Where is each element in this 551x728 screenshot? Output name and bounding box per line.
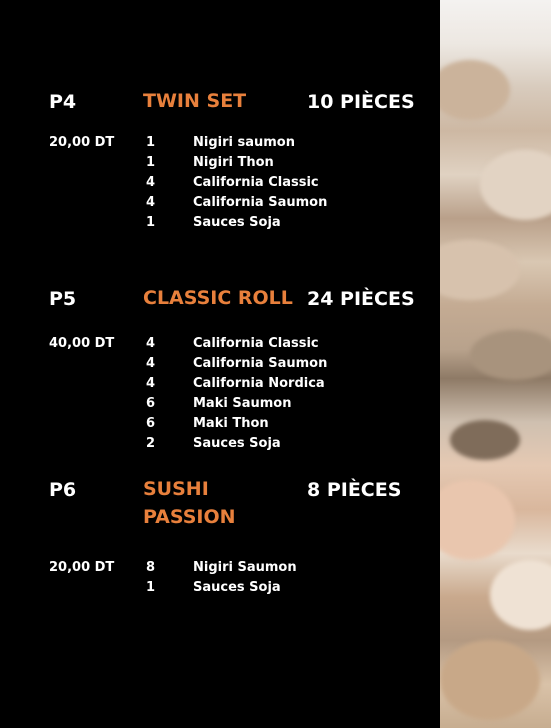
item-name: California Classic <box>193 175 319 190</box>
item-quantity: 1 <box>146 580 156 595</box>
list-item: 1 Nigiri saumon <box>0 135 440 155</box>
list-item: 4 California Classic <box>0 336 440 356</box>
list-item: 6 Maki Thon <box>0 416 440 436</box>
list-item: 4 California Nordica <box>0 376 440 396</box>
section-pieces: 10 PIÈCES <box>307 91 415 113</box>
list-item: 4 California Saumon <box>0 356 440 376</box>
list-item: 4 California Classic <box>0 175 440 195</box>
section-title: SUSHI PASSION <box>143 475 236 531</box>
photo-texture <box>480 150 551 220</box>
section-title: CLASSIC ROLL <box>143 284 293 312</box>
item-name: Maki Saumon <box>193 396 292 411</box>
item-quantity: 4 <box>146 195 156 210</box>
item-quantity: 4 <box>146 336 156 351</box>
section-title-line: PASSION <box>143 506 236 528</box>
photo-texture <box>450 420 520 460</box>
item-quantity: 6 <box>146 416 156 431</box>
section-code: P5 <box>49 288 77 310</box>
photo-texture <box>470 330 551 380</box>
list-item: 2 Sauces Soja <box>0 436 440 456</box>
item-quantity: 4 <box>146 356 156 371</box>
photo-texture <box>440 60 510 120</box>
item-quantity: 6 <box>146 396 156 411</box>
item-quantity: 1 <box>146 135 156 150</box>
item-name: California Nordica <box>193 376 325 391</box>
list-item: 1 Sauces Soja <box>0 580 440 600</box>
section-code: P4 <box>49 91 77 113</box>
item-name: California Classic <box>193 336 319 351</box>
list-item: 6 Maki Saumon <box>0 396 440 416</box>
item-quantity: 8 <box>146 560 156 575</box>
item-quantity: 4 <box>146 376 156 391</box>
list-item: 8 Nigiri Saumon <box>0 560 440 580</box>
item-name: Nigiri Thon <box>193 155 274 170</box>
item-quantity: 4 <box>146 175 156 190</box>
item-name: Nigiri Saumon <box>193 560 297 575</box>
item-quantity: 1 <box>146 155 156 170</box>
section-code: P6 <box>49 479 77 501</box>
photo-texture <box>440 640 540 720</box>
item-quantity: 2 <box>146 436 156 451</box>
item-name: Sauces Soja <box>193 215 281 230</box>
section-pieces: 8 PIÈCES <box>307 479 402 501</box>
menu-panel: P4 TWIN SET 10 PIÈCES 20,00 DT 1 Nigiri … <box>0 0 440 728</box>
item-name: Maki Thon <box>193 416 269 431</box>
list-item: 1 Nigiri Thon <box>0 155 440 175</box>
item-name: California Saumon <box>193 195 328 210</box>
section-title-line: TWIN SET <box>143 90 247 112</box>
photo-texture <box>440 480 515 560</box>
section-title-line: CLASSIC ROLL <box>143 287 293 309</box>
item-name: California Saumon <box>193 356 328 371</box>
sushi-photo <box>440 0 551 728</box>
item-quantity: 1 <box>146 215 156 230</box>
item-name: Sauces Soja <box>193 436 281 451</box>
section-title-line: SUSHI <box>143 478 209 500</box>
photo-texture <box>440 240 520 300</box>
item-name: Nigiri saumon <box>193 135 295 150</box>
section-title: TWIN SET <box>143 87 246 115</box>
item-name: Sauces Soja <box>193 580 281 595</box>
photo-texture <box>490 560 551 630</box>
list-item: 4 California Saumon <box>0 195 440 215</box>
section-pieces: 24 PIÈCES <box>307 288 415 310</box>
list-item: 1 Sauces Soja <box>0 215 440 235</box>
